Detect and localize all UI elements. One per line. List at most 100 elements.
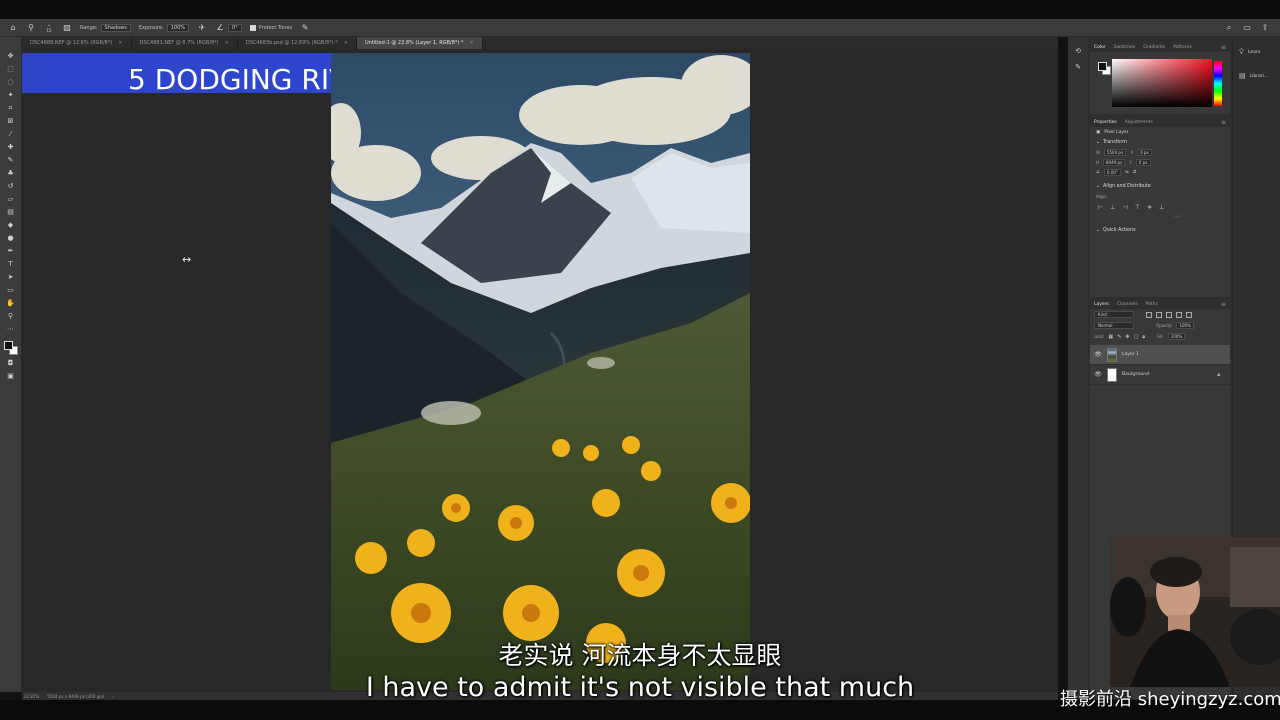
layer-row[interactable]: 👁︎ Layer 1: [1090, 345, 1230, 365]
tab-color[interactable]: Color: [1094, 45, 1106, 50]
tab-layers[interactable]: Layers: [1094, 302, 1109, 307]
path-select-tool-icon[interactable]: ➤: [5, 272, 17, 282]
lock-pixels-icon[interactable]: ✎: [1117, 334, 1121, 340]
align-left-icon[interactable]: ⊢: [1098, 204, 1103, 211]
history-brush-tool-icon[interactable]: ↺: [5, 181, 17, 191]
y-input[interactable]: 0 px: [1135, 158, 1151, 166]
lock-icon[interactable]: 🔒︎: [1217, 372, 1220, 378]
panel-foreground-swatch[interactable]: [1098, 62, 1107, 71]
color-swatches[interactable]: [3, 341, 18, 355]
gradient-tool-icon[interactable]: ▤: [5, 207, 17, 217]
hand-tool-icon[interactable]: ✋: [5, 298, 17, 308]
lasso-tool-icon[interactable]: ◌: [5, 77, 17, 87]
angle-input[interactable]: 0°: [228, 23, 242, 32]
quick-select-tool-icon[interactable]: ✦: [5, 90, 17, 100]
brush-settings-icon[interactable]: ▨: [62, 23, 72, 33]
protect-tones-checkbox[interactable]: [249, 24, 256, 31]
layer-name[interactable]: Layer 1: [1122, 352, 1139, 357]
document-canvas[interactable]: 5 DODGING RIVER ↔: [22, 49, 1058, 692]
blend-mode-select[interactable]: Normal: [1094, 322, 1134, 329]
marquee-tool-icon[interactable]: ⬚: [5, 64, 17, 74]
eyedropper-tool-icon[interactable]: ⁄: [5, 129, 17, 139]
exposure-input[interactable]: 100%: [166, 23, 190, 32]
fill-input[interactable]: 100%: [1167, 333, 1186, 340]
eye-icon[interactable]: 👁︎: [1094, 351, 1102, 358]
document-tab-active[interactable]: Untitled-1 @ 22.8% (Layer 1, RGB/8*) * ×: [356, 37, 483, 49]
type-tool-icon[interactable]: T: [5, 259, 17, 269]
align-center-icon[interactable]: ⊥: [1110, 204, 1115, 211]
tab-properties[interactable]: Properties: [1094, 120, 1117, 125]
frame-tool-icon[interactable]: ⊠: [5, 116, 17, 126]
document-tab[interactable]: DSC4888.NEF @ 12.6% (RGB/8*) ×: [22, 37, 132, 49]
eye-icon[interactable]: 👁︎: [1094, 371, 1102, 378]
flip-horizontal-icon[interactable]: ⇋: [1125, 170, 1129, 175]
height-input[interactable]: 8449 px: [1103, 158, 1126, 166]
screen-mode-icon[interactable]: ▣: [5, 371, 17, 381]
crop-tool-icon[interactable]: ⌗: [5, 103, 17, 113]
align-top-icon[interactable]: ⊤: [1135, 204, 1140, 211]
filter-pixel-icon[interactable]: [1146, 311, 1152, 318]
tab-swatches[interactable]: Swatches: [1114, 45, 1136, 50]
filter-adjust-icon[interactable]: [1156, 311, 1162, 318]
quick-mask-icon[interactable]: ◘: [5, 358, 17, 368]
eraser-tool-icon[interactable]: ▱: [5, 194, 17, 204]
panel-menu-icon[interactable]: ≡: [1221, 119, 1226, 126]
brush-size-preset[interactable]: • 15: [44, 23, 54, 33]
flip-vertical-icon[interactable]: ⇵: [1133, 170, 1137, 175]
quick-actions-section[interactable]: ⌄ Quick Actions: [1090, 225, 1230, 235]
tab-channels[interactable]: Channels: [1117, 302, 1138, 307]
tab-adjustments[interactable]: Adjustments: [1125, 120, 1153, 125]
layer-name[interactable]: Background: [1122, 372, 1149, 377]
close-icon[interactable]: ×: [344, 40, 348, 46]
share-icon[interactable]: ⇪: [1260, 23, 1270, 33]
document-tab[interactable]: DSC4881.NEF @ 8.7% (RGB/8*) ×: [132, 37, 238, 49]
libraries-panel-button[interactable]: ▤ Librari...: [1233, 67, 1280, 85]
move-tool-icon[interactable]: ✥: [5, 51, 17, 61]
more-tools-icon[interactable]: ⋯: [5, 324, 17, 334]
angle-input[interactable]: 0.00°: [1104, 168, 1121, 176]
color-field[interactable]: [1112, 59, 1212, 107]
range-select[interactable]: Shadows: [100, 23, 131, 32]
lock-all-icon[interactable]: 🔒︎: [1142, 334, 1145, 340]
brush-tool-icon[interactable]: ✎: [5, 155, 17, 165]
layer-row[interactable]: 👁︎ Background 🔒︎: [1090, 365, 1230, 385]
tab-gradients[interactable]: Gradients: [1143, 45, 1165, 50]
blur-tool-icon[interactable]: ◆: [5, 220, 17, 230]
align-section[interactable]: ⌄ Align and Distribute: [1090, 181, 1230, 191]
filter-type-icon[interactable]: [1166, 311, 1172, 318]
close-icon[interactable]: ×: [469, 40, 473, 46]
filter-shape-icon[interactable]: [1176, 311, 1182, 318]
dodge-tool-icon[interactable]: ⚲: [26, 23, 36, 33]
home-icon[interactable]: ⌂: [8, 23, 18, 33]
rectangle-tool-icon[interactable]: ▭: [5, 285, 17, 295]
transform-section[interactable]: ⌄ Transform: [1090, 137, 1230, 147]
search-icon[interactable]: ⌕: [1224, 23, 1234, 33]
learn-panel-button[interactable]: 💡︎ Learn: [1233, 43, 1280, 61]
opacity-input[interactable]: 100%: [1176, 322, 1194, 329]
panel-menu-icon[interactable]: ≡: [1221, 301, 1226, 308]
close-icon[interactable]: ×: [118, 40, 122, 46]
healing-tool-icon[interactable]: ✚: [5, 142, 17, 152]
align-right-icon[interactable]: ⊣: [1122, 204, 1127, 211]
airbrush-icon[interactable]: ✈: [197, 23, 207, 33]
align-bottom-icon[interactable]: ⊥: [1159, 204, 1164, 211]
brush-panel-icon[interactable]: ✎: [1075, 63, 1081, 71]
hue-slider[interactable]: [1214, 61, 1222, 106]
pen-tool-icon[interactable]: ✒: [5, 246, 17, 256]
workspace-icon[interactable]: ▭: [1242, 23, 1252, 33]
filter-kind-select[interactable]: Kind: [1094, 311, 1134, 318]
landscape-photo[interactable]: [331, 53, 750, 690]
zoom-tool-icon[interactable]: ⚲: [5, 311, 17, 321]
filter-smart-icon[interactable]: [1186, 311, 1192, 318]
panel-menu-icon[interactable]: ≡: [1221, 44, 1226, 51]
tab-patterns[interactable]: Patterns: [1173, 45, 1192, 50]
dodge-tool-icon[interactable]: ●: [5, 233, 17, 243]
lock-transparent-icon[interactable]: ▦: [1108, 334, 1113, 340]
align-middle-icon[interactable]: ≑: [1147, 204, 1152, 211]
x-input[interactable]: 0 px: [1137, 148, 1152, 156]
clone-stamp-tool-icon[interactable]: ♣: [5, 168, 17, 178]
lock-artboard-icon[interactable]: ▢: [1134, 334, 1139, 340]
tab-paths[interactable]: Paths: [1146, 302, 1158, 307]
width-input[interactable]: 5504 px: [1103, 148, 1127, 156]
pressure-size-icon[interactable]: ✎: [300, 23, 310, 33]
